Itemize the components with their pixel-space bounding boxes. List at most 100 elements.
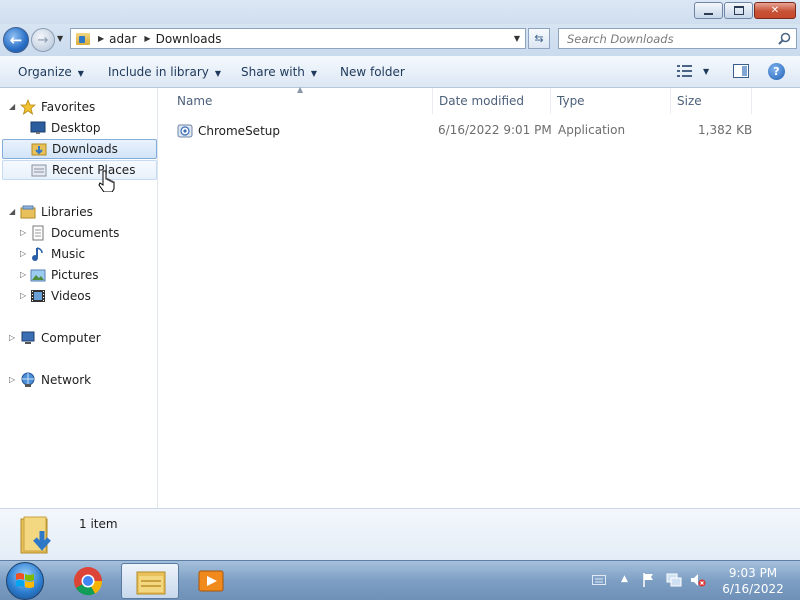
chevron-down-icon: ▼ [310, 69, 318, 78]
search-input[interactable] [565, 30, 779, 47]
taskbar-clock[interactable]: 9:03 PM 6/16/2022 [712, 565, 794, 597]
close-icon: ✕ [770, 5, 780, 16]
explorer-window: ✕ ← → ▼ ▶ adar ▶ Downloads ▼ ⇆ Search Do… [0, 0, 800, 560]
view-options-dropdown[interactable]: ▼ [703, 67, 709, 76]
back-button[interactable]: ← [3, 27, 29, 53]
preview-pane-icon[interactable] [733, 64, 749, 78]
media-player-icon [198, 570, 224, 592]
maximize-button[interactable] [724, 2, 753, 19]
nav-item-recent-places[interactable]: Recent Places [2, 160, 157, 180]
library-icon [20, 205, 36, 219]
share-with-menu[interactable]: Share with ▼ [241, 65, 317, 79]
nav-item-videos[interactable]: Videos [30, 286, 91, 306]
chevron-down-icon: ▼ [77, 69, 84, 78]
favorites-label: Favorites [41, 100, 96, 114]
clock-time: 9:03 PM [728, 566, 778, 580]
favorites-collapse-icon[interactable]: ◢ [9, 102, 15, 111]
address-bar[interactable]: ▶ adar ▶ Downloads ▼ [70, 28, 526, 49]
nav-item-pictures[interactable]: Pictures [30, 265, 99, 285]
chevron-down-icon: ▼ [214, 69, 222, 78]
hand-cursor-icon [98, 170, 115, 192]
breadcrumb-adar[interactable]: adar [109, 32, 136, 46]
item-count: 1 item [79, 517, 118, 531]
search-box[interactable] [558, 28, 797, 49]
libraries-label: Libraries [41, 205, 93, 219]
close-button[interactable]: ✕ [754, 2, 796, 19]
desktop-label: Desktop [51, 121, 101, 135]
music-expand-icon[interactable]: ▷ [20, 249, 26, 258]
help-icon[interactable]: ? [768, 63, 785, 80]
include-in-library-menu[interactable]: Include in library ▼ [108, 65, 221, 79]
flag-icon[interactable] [642, 572, 656, 588]
address-dropdown[interactable]: ▼ [514, 34, 520, 43]
column-header-name[interactable]: Name [171, 88, 433, 114]
network-tray-icon[interactable] [666, 572, 682, 588]
forward-button[interactable]: → [31, 28, 55, 52]
share-with-label: Share with [241, 65, 305, 79]
explorer-icon [136, 571, 166, 595]
documents-expand-icon[interactable]: ▷ [20, 228, 26, 237]
music-icon [32, 247, 43, 261]
column-name-label: Name [177, 94, 213, 108]
file-size: 1,382 KB [698, 123, 753, 137]
organize-label: Organize [18, 65, 72, 79]
details-pane: 1 item [0, 508, 800, 560]
recent-places-label: Recent Places [52, 163, 136, 177]
videos-expand-icon[interactable]: ▷ [20, 291, 26, 300]
videos-icon [31, 290, 45, 302]
restore-icon [733, 6, 744, 15]
organize-menu[interactable]: Organize ▼ [18, 65, 84, 79]
computer-expand-icon[interactable]: ▷ [9, 333, 15, 342]
breadcrumb-separator[interactable]: ▶ [144, 34, 150, 43]
column-header-size[interactable]: Size [671, 88, 752, 114]
start-button[interactable] [6, 562, 44, 600]
music-label: Music [51, 247, 86, 261]
navigation-pane: ◢ Favorites Desktop Downloads Recent Pla… [0, 88, 158, 508]
column-header-date-modified[interactable]: Date modified [433, 88, 551, 114]
nav-item-favorites[interactable]: Favorites [20, 97, 95, 117]
libraries-collapse-icon[interactable]: ◢ [9, 207, 15, 216]
pictures-label: Pictures [51, 268, 99, 282]
navigation-bar: ← → ▼ ▶ adar ▶ Downloads ▼ ⇆ [0, 24, 800, 56]
pictures-expand-icon[interactable]: ▷ [20, 270, 26, 279]
recent-places-icon [31, 164, 47, 177]
chrome-setup-icon [177, 124, 193, 138]
nav-item-libraries[interactable]: Libraries [20, 202, 93, 222]
refresh-button[interactable]: ⇆ [528, 28, 550, 49]
show-hidden-icons-icon[interactable]: ▲ [621, 574, 628, 584]
taskbar: ▲ 9:03 PM 6/16/2022 [0, 560, 800, 600]
network-label: Network [41, 373, 92, 387]
search-icon[interactable] [778, 32, 791, 45]
folder-icon [31, 143, 47, 156]
nav-item-computer[interactable]: Computer [20, 328, 101, 348]
taskbar-media-player[interactable] [182, 563, 240, 599]
taskbar-explorer[interactable] [121, 563, 179, 599]
recent-pages-dropdown[interactable]: ▼ [57, 34, 63, 43]
file-name-cell[interactable]: ChromeSetup [177, 123, 280, 139]
chrome-icon [74, 567, 103, 596]
videos-label: Videos [51, 289, 91, 303]
downloads-label: Downloads [52, 142, 118, 156]
taskbar-chrome[interactable] [60, 563, 118, 599]
table-row[interactable]: ChromeSetup 6/16/2022 9:01 PM Applicatio… [173, 120, 773, 140]
nav-item-network[interactable]: Network [20, 370, 91, 390]
volume-muted-icon[interactable] [690, 572, 706, 588]
breadcrumb-separator[interactable]: ▶ [98, 34, 104, 43]
downloads-folder-large-icon [20, 516, 51, 554]
document-icon [32, 225, 44, 241]
keyboard-icon[interactable] [592, 575, 606, 585]
nav-item-music[interactable]: Music [30, 244, 85, 264]
network-icon [21, 372, 35, 387]
column-header-type[interactable]: Type [551, 88, 671, 114]
forward-arrow-icon: → [37, 32, 49, 48]
breadcrumb-downloads[interactable]: Downloads [156, 32, 222, 46]
title-bar: ✕ [0, 0, 800, 24]
network-expand-icon[interactable]: ▷ [9, 375, 15, 384]
pictures-icon [30, 269, 46, 282]
change-view-icon[interactable] [677, 65, 693, 77]
minimize-button[interactable] [694, 2, 723, 19]
nav-item-documents[interactable]: Documents [30, 223, 119, 243]
nav-item-downloads[interactable]: Downloads [2, 139, 157, 159]
nav-item-desktop[interactable]: Desktop [30, 118, 101, 138]
new-folder-button[interactable]: New folder [340, 65, 405, 79]
